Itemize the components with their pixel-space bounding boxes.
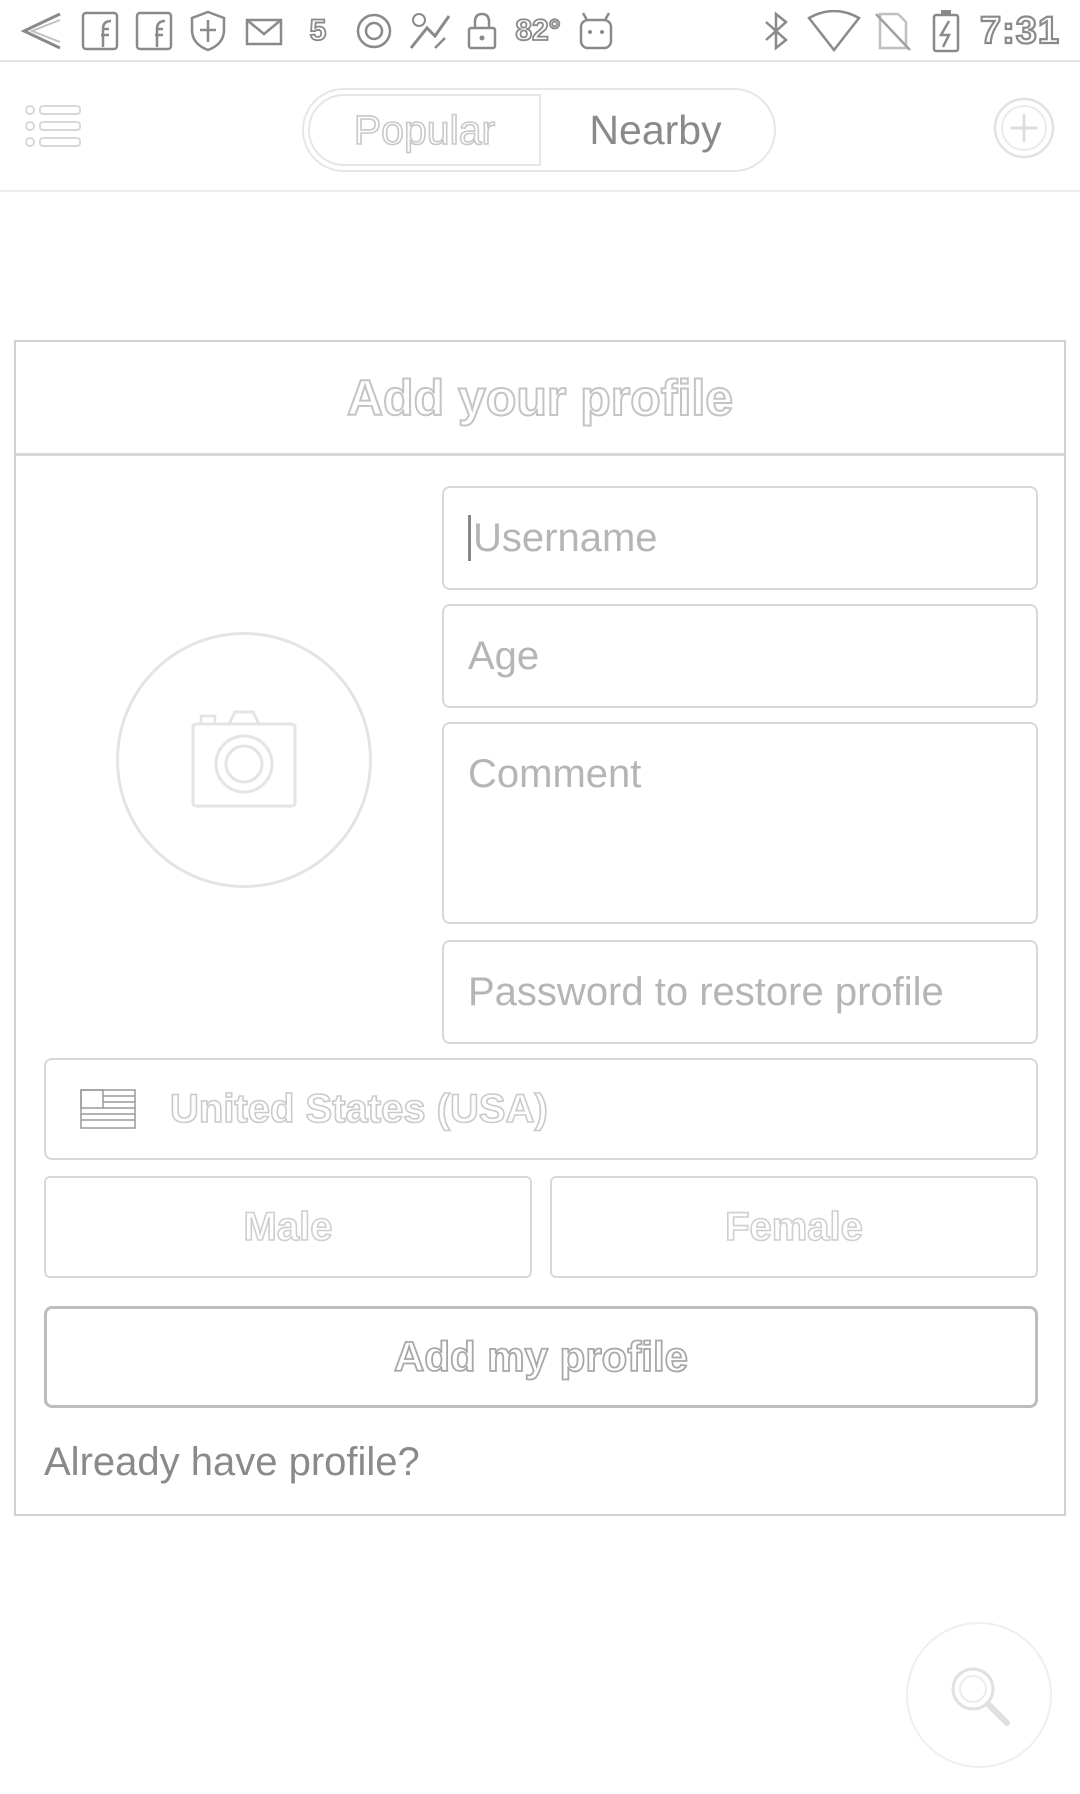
no-sim-icon xyxy=(868,6,916,56)
list-menu-icon[interactable] xyxy=(24,100,84,152)
photo-picker[interactable] xyxy=(116,632,372,888)
add-my-profile-button[interactable]: Add my profile xyxy=(44,1306,1038,1408)
card-title: Add your profile xyxy=(346,369,734,427)
us-flag-icon xyxy=(80,1089,136,1129)
notification-5-icon: 5 xyxy=(309,13,327,48)
plus-circle-icon[interactable] xyxy=(992,96,1056,160)
top-bar: Popular Nearby xyxy=(0,64,1080,192)
back-arrow-icon[interactable] xyxy=(16,6,66,56)
password-field[interactable]: Password to restore profile xyxy=(442,940,1038,1044)
weather-icon xyxy=(404,6,456,56)
bluetooth-icon xyxy=(756,6,796,56)
wifi-icon xyxy=(806,6,862,56)
male-button[interactable]: Male xyxy=(44,1176,532,1278)
sync-icon xyxy=(352,6,396,56)
app-root: 5 82° 7:31 Popular Nearby Add your profi… xyxy=(0,0,1080,1794)
search-icon xyxy=(951,1667,1010,1726)
shield-icon xyxy=(186,6,230,56)
mail-icon xyxy=(242,6,286,56)
camera-icon xyxy=(191,710,297,808)
country-selector[interactable]: United States (USA) xyxy=(44,1058,1038,1160)
username-placeholder: Username xyxy=(473,515,658,560)
tab-popular[interactable]: Popular xyxy=(308,94,541,166)
already-have-profile-link[interactable]: Already have profile? xyxy=(44,1440,420,1485)
tab-nearby[interactable]: Nearby xyxy=(541,94,770,166)
comment-field[interactable]: Comment xyxy=(442,722,1038,924)
lock-icon xyxy=(462,6,502,56)
username-field[interactable]: Username xyxy=(442,486,1038,590)
age-placeholder: Age xyxy=(468,633,540,678)
clock: 7:31 xyxy=(979,8,1061,52)
facebook-icon xyxy=(78,6,122,56)
country-label: United States (USA) xyxy=(169,1086,548,1132)
text-caret xyxy=(468,515,471,561)
feed-segmented-control: Popular Nearby xyxy=(302,88,776,172)
comment-placeholder: Comment xyxy=(468,752,642,796)
facebook-icon xyxy=(132,6,176,56)
battery-charging-icon xyxy=(926,6,966,56)
temperature-text: 82° xyxy=(514,13,561,48)
female-button[interactable]: Female xyxy=(550,1176,1038,1278)
card-header: Add your profile xyxy=(16,342,1064,456)
search-fab[interactable] xyxy=(906,1622,1052,1768)
age-field[interactable]: Age xyxy=(442,604,1038,708)
add-profile-card: Add your profile Username Age Comment Pa… xyxy=(14,340,1066,1516)
status-bar: 5 82° 7:31 xyxy=(0,0,1080,62)
password-placeholder: Password to restore profile xyxy=(468,969,944,1014)
android-icon xyxy=(572,6,620,56)
